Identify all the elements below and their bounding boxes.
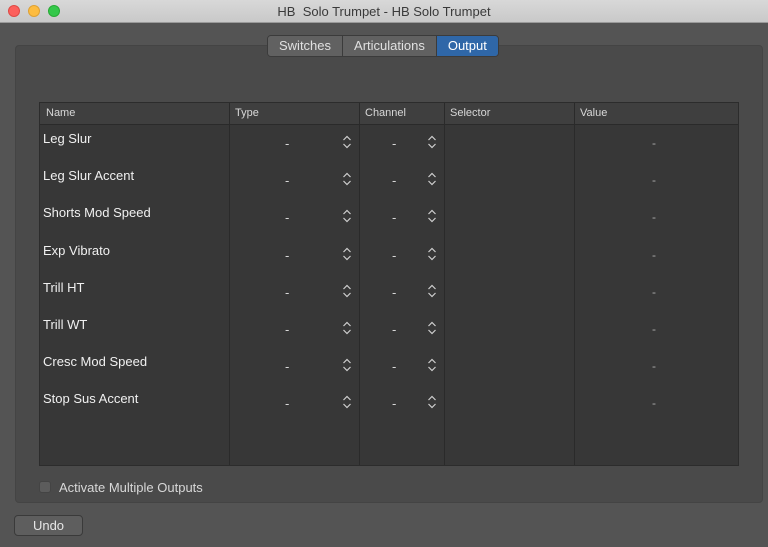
- type-popup[interactable]: -: [285, 210, 289, 225]
- type-popup[interactable]: -: [285, 248, 289, 263]
- column-header-name[interactable]: Name: [46, 107, 75, 119]
- value-cell[interactable]: -: [652, 285, 656, 299]
- row-name: Exp Vibrato: [43, 242, 110, 258]
- type-popup-arrows-icon[interactable]: [342, 208, 352, 224]
- activate-multiple-outputs-checkbox[interactable]: [39, 481, 51, 493]
- column-header-channel[interactable]: Channel: [365, 107, 406, 119]
- undo-button[interactable]: Undo: [14, 515, 83, 536]
- value-cell[interactable]: -: [652, 136, 656, 150]
- type-popup-arrows-icon[interactable]: [342, 134, 352, 150]
- table-row[interactable]: Leg Slur - - -: [40, 125, 738, 162]
- channel-popup-arrows-icon[interactable]: [427, 283, 437, 299]
- table-header: Name Type Channel Selector Value: [40, 103, 738, 125]
- channel-popup-arrows-icon[interactable]: [427, 171, 437, 187]
- channel-popup[interactable]: -: [392, 359, 396, 374]
- row-name: Leg Slur Accent: [43, 168, 135, 184]
- channel-popup[interactable]: -: [392, 248, 396, 263]
- row-name: Stop Sus Accent: [43, 391, 139, 407]
- type-popup-arrows-icon[interactable]: [342, 394, 352, 410]
- window-title: HB Solo Trumpet - HB Solo Trumpet: [277, 4, 491, 19]
- tab-switches[interactable]: Switches: [268, 36, 344, 56]
- table-row[interactable]: Trill WT - - -: [40, 311, 738, 348]
- column-header-value[interactable]: Value: [580, 107, 607, 119]
- value-cell[interactable]: -: [652, 248, 656, 262]
- channel-popup[interactable]: -: [392, 210, 396, 225]
- table-row[interactable]: Cresc Mod Speed - - -: [40, 348, 738, 385]
- type-popup[interactable]: -: [285, 359, 289, 374]
- type-popup[interactable]: -: [285, 173, 289, 188]
- value-cell[interactable]: -: [652, 173, 656, 187]
- table-row[interactable]: Shorts Mod Speed - - -: [40, 199, 738, 236]
- tab-bar: Switches Articulations Output: [267, 35, 499, 57]
- tab-output[interactable]: Output: [436, 36, 498, 56]
- column-header-type[interactable]: Type: [235, 107, 259, 119]
- type-popup[interactable]: -: [285, 322, 289, 337]
- channel-popup-arrows-icon[interactable]: [427, 357, 437, 373]
- activate-multiple-outputs-label: Activate Multiple Outputs: [59, 479, 203, 495]
- channel-popup[interactable]: -: [392, 136, 396, 151]
- column-header-selector[interactable]: Selector: [450, 107, 490, 119]
- type-popup[interactable]: -: [285, 285, 289, 300]
- row-name: Leg Slur: [43, 131, 92, 146]
- activate-multiple-outputs-option[interactable]: Activate Multiple Outputs: [39, 479, 203, 495]
- channel-popup[interactable]: -: [392, 285, 396, 300]
- value-cell[interactable]: -: [652, 359, 656, 373]
- row-name: Trill HT: [43, 279, 85, 295]
- table-row[interactable]: Leg Slur Accent - - -: [40, 162, 738, 199]
- channel-popup-arrows-icon[interactable]: [427, 134, 437, 150]
- value-cell[interactable]: -: [652, 396, 656, 410]
- channel-popup-arrows-icon[interactable]: [427, 208, 437, 224]
- row-name: Trill WT: [43, 317, 88, 332]
- type-popup-arrows-icon[interactable]: [342, 171, 352, 187]
- table-row[interactable]: Exp Vibrato - - -: [40, 237, 738, 274]
- channel-popup-arrows-icon[interactable]: [427, 394, 437, 410]
- type-popup[interactable]: -: [285, 396, 289, 411]
- value-cell[interactable]: -: [652, 322, 656, 336]
- channel-popup[interactable]: -: [392, 173, 396, 188]
- type-popup[interactable]: -: [285, 136, 289, 151]
- type-popup-arrows-icon[interactable]: [342, 320, 352, 336]
- row-name: Shorts Mod Speed: [43, 205, 151, 221]
- table-row[interactable]: Stop Sus Accent - - -: [40, 385, 738, 422]
- channel-popup[interactable]: -: [392, 396, 396, 411]
- type-popup-arrows-icon[interactable]: [342, 357, 352, 373]
- output-table: Name Type Channel Selector Value Leg Slu…: [39, 102, 739, 466]
- channel-popup-arrows-icon[interactable]: [427, 246, 437, 262]
- tab-articulations[interactable]: Articulations: [343, 36, 437, 56]
- type-popup-arrows-icon[interactable]: [342, 283, 352, 299]
- title-bar: HB Solo Trumpet - HB Solo Trumpet: [0, 0, 768, 23]
- channel-popup[interactable]: -: [392, 322, 396, 337]
- table-row[interactable]: Trill HT - - -: [40, 274, 738, 311]
- channel-popup-arrows-icon[interactable]: [427, 320, 437, 336]
- value-cell[interactable]: -: [652, 210, 656, 224]
- row-name: Cresc Mod Speed: [43, 354, 148, 370]
- type-popup-arrows-icon[interactable]: [342, 246, 352, 262]
